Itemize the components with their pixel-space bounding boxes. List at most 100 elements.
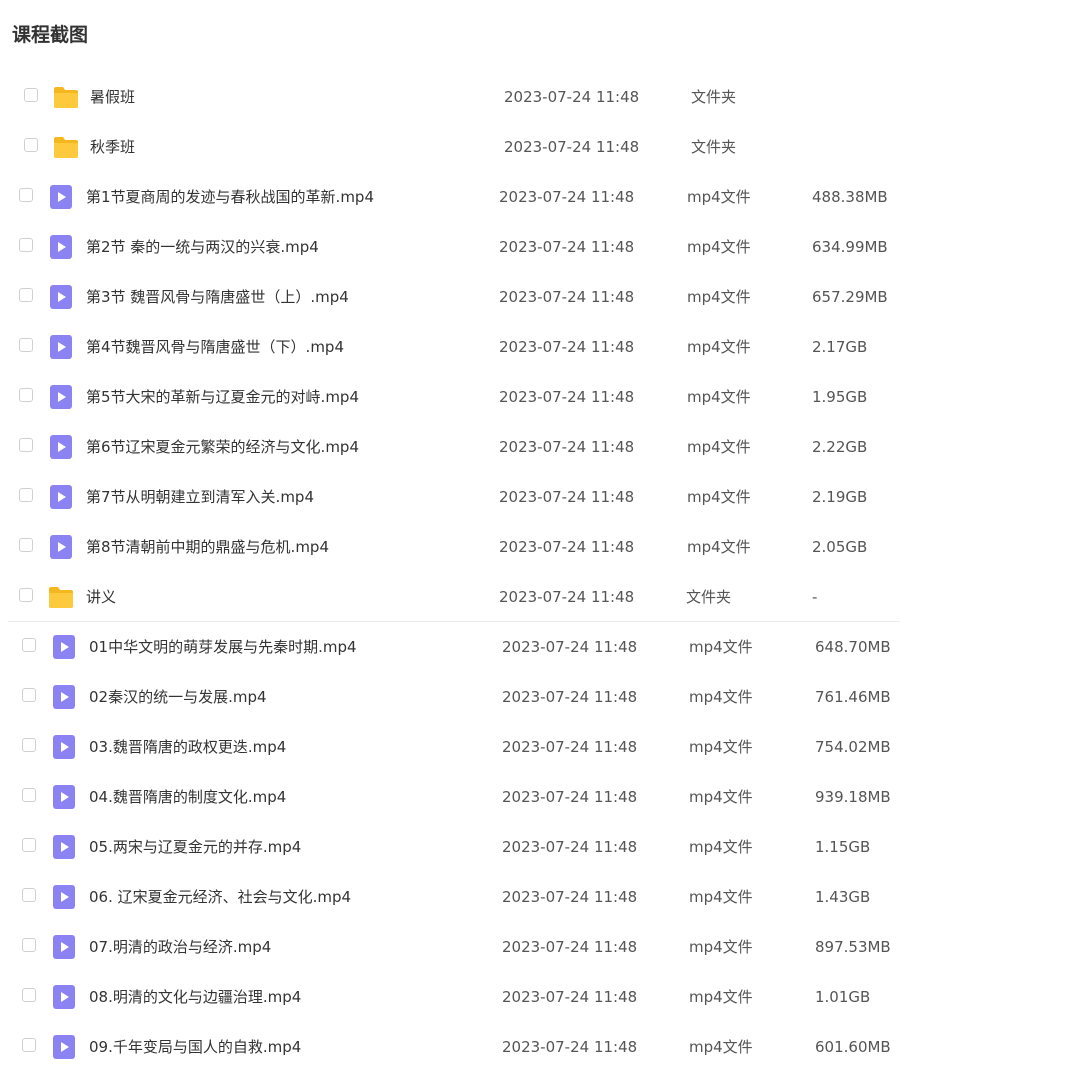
video-file-icon — [50, 285, 74, 309]
list-item[interactable]: 09.千年变局与国人的自救.mp4 2023-07-24 11:48 mp4文件… — [0, 1022, 1090, 1072]
list-item[interactable]: 第6节辽宋夏金元繁荣的经济与文化.mp4 2023-07-24 11:48 mp… — [0, 422, 1090, 472]
row-checkbox[interactable] — [22, 938, 36, 952]
list-item[interactable]: 第1节夏商周的发迹与春秋战国的革新.mp4 2023-07-24 11:48 m… — [0, 172, 1090, 222]
file-size: 634.99MB — [812, 238, 888, 256]
file-type: mp4文件 — [687, 238, 751, 256]
row-checkbox[interactable] — [22, 788, 36, 802]
list-item[interactable]: 第8节清朝前中期的鼎盛与危机.mp4 2023-07-24 11:48 mp4文… — [0, 522, 1090, 572]
file-name: 秋季班 — [90, 138, 136, 156]
list-item[interactable]: 第5节大宋的革新与辽夏金元的对峙.mp4 2023-07-24 11:48 mp… — [0, 372, 1090, 422]
file-type: mp4文件 — [689, 888, 753, 906]
row-checkbox[interactable] — [22, 888, 36, 902]
file-type: mp4文件 — [687, 538, 751, 556]
list-item[interactable]: 第4节魏晋风骨与隋唐盛世（下）.mp4 2023-07-24 11:48 mp4… — [0, 322, 1090, 372]
list-item[interactable]: 第2节 秦的一统与两汉的兴衰.mp4 2023-07-24 11:48 mp4文… — [0, 222, 1090, 272]
file-date: 2023-07-24 11:48 — [502, 638, 638, 656]
row-checkbox[interactable] — [22, 838, 36, 852]
row-checkbox[interactable] — [19, 588, 33, 602]
list-item[interactable]: 03.魏晋隋唐的政权更迭.mp4 2023-07-24 11:48 mp4文件 … — [0, 722, 1090, 772]
file-name: 第4节魏晋风骨与隋唐盛世（下）.mp4 — [86, 338, 344, 356]
file-size: 657.29MB — [812, 288, 888, 306]
file-name: 01中华文明的萌芽发展与先秦时期.mp4 — [89, 638, 357, 656]
list-item[interactable]: 08.明清的文化与边疆治理.mp4 2023-07-24 11:48 mp4文件… — [0, 972, 1090, 1022]
list-item[interactable]: 暑假班 2023-07-24 11:48 文件夹 — [0, 72, 1090, 122]
file-size: 2.22GB — [812, 438, 868, 456]
file-size: 939.18MB — [815, 788, 891, 806]
file-size: 754.02MB — [815, 738, 891, 756]
file-name: 02秦汉的统一与发展.mp4 — [89, 688, 267, 706]
file-type: mp4文件 — [689, 638, 753, 656]
row-checkbox[interactable] — [22, 638, 36, 652]
file-name: 第8节清朝前中期的鼎盛与危机.mp4 — [86, 538, 329, 556]
file-date: 2023-07-24 11:48 — [499, 238, 635, 256]
list-item[interactable]: 01中华文明的萌芽发展与先秦时期.mp4 2023-07-24 11:48 mp… — [0, 622, 1090, 672]
list-item[interactable]: 第7节从明朝建立到清军入关.mp4 2023-07-24 11:48 mp4文件… — [0, 472, 1090, 522]
file-size: 897.53MB — [815, 938, 891, 956]
file-date: 2023-07-24 11:48 — [502, 838, 638, 856]
row-checkbox[interactable] — [19, 388, 33, 402]
file-date: 2023-07-24 11:48 — [502, 788, 638, 806]
file-name: 第3节 魏晋风骨与隋唐盛世（上）.mp4 — [86, 288, 349, 306]
file-name: 第6节辽宋夏金元繁荣的经济与文化.mp4 — [86, 438, 359, 456]
list-item[interactable]: 07.明清的政治与经济.mp4 2023-07-24 11:48 mp4文件 8… — [0, 922, 1090, 972]
list-item[interactable]: 讲义 2023-07-24 11:48 文件夹 - — [0, 572, 1090, 622]
list-item[interactable]: 秋季班 2023-07-24 11:48 文件夹 — [0, 122, 1090, 172]
file-list: 暑假班 2023-07-24 11:48 文件夹 秋季班 2023-07-24 … — [0, 72, 1090, 1072]
video-file-icon — [53, 835, 77, 859]
row-checkbox[interactable] — [19, 438, 33, 452]
file-type: mp4文件 — [689, 788, 753, 806]
file-size: 761.46MB — [815, 688, 891, 706]
row-checkbox[interactable] — [19, 238, 33, 252]
file-name: 06. 辽宋夏金元经济、社会与文化.mp4 — [89, 888, 352, 906]
file-date: 2023-07-24 11:48 — [502, 688, 638, 706]
file-size: 1.01GB — [815, 988, 871, 1006]
file-size: 488.38MB — [812, 188, 888, 206]
row-checkbox[interactable] — [19, 338, 33, 352]
file-date: 2023-07-24 11:48 — [502, 938, 638, 956]
file-type: mp4文件 — [689, 738, 753, 756]
file-size: 648.70MB — [815, 638, 891, 656]
file-date: 2023-07-24 11:48 — [502, 1038, 638, 1056]
file-type: mp4文件 — [689, 688, 753, 706]
list-item[interactable]: 02秦汉的统一与发展.mp4 2023-07-24 11:48 mp4文件 76… — [0, 672, 1090, 722]
page-title: 课程截图 — [12, 24, 89, 46]
file-type: mp4文件 — [687, 338, 751, 356]
list-item[interactable]: 05.两宋与辽夏金元的并存.mp4 2023-07-24 11:48 mp4文件… — [0, 822, 1090, 872]
row-checkbox[interactable] — [24, 88, 38, 102]
file-date: 2023-07-24 11:48 — [499, 538, 635, 556]
row-checkbox[interactable] — [19, 488, 33, 502]
file-name: 08.明清的文化与边疆治理.mp4 — [89, 988, 302, 1006]
file-name: 讲义 — [86, 588, 117, 606]
file-name: 05.两宋与辽夏金元的并存.mp4 — [89, 838, 302, 856]
video-file-icon — [50, 335, 74, 359]
row-checkbox[interactable] — [24, 138, 38, 152]
list-item[interactable]: 第3节 魏晋风骨与隋唐盛世（上）.mp4 2023-07-24 11:48 mp… — [0, 272, 1090, 322]
row-checkbox[interactable] — [19, 188, 33, 202]
row-checkbox[interactable] — [22, 1038, 36, 1052]
video-file-icon — [53, 885, 77, 909]
file-date: 2023-07-24 11:48 — [502, 988, 638, 1006]
folder-icon — [48, 585, 73, 609]
row-checkbox[interactable] — [19, 538, 33, 552]
row-checkbox[interactable] — [22, 738, 36, 752]
file-size: 2.17GB — [812, 338, 868, 356]
file-name: 第2节 秦的一统与两汉的兴衰.mp4 — [86, 238, 319, 256]
file-size: 601.60MB — [815, 1038, 891, 1056]
list-item[interactable]: 04.魏晋隋唐的制度文化.mp4 2023-07-24 11:48 mp4文件 … — [0, 772, 1090, 822]
row-checkbox[interactable] — [19, 288, 33, 302]
file-type: mp4文件 — [689, 988, 753, 1006]
row-checkbox[interactable] — [22, 688, 36, 702]
file-size: - — [812, 588, 818, 606]
video-file-icon — [53, 785, 77, 809]
row-checkbox[interactable] — [22, 988, 36, 1002]
video-file-icon — [53, 1035, 77, 1059]
file-date: 2023-07-24 11:48 — [502, 888, 638, 906]
folder-icon — [53, 85, 78, 109]
list-item[interactable]: 06. 辽宋夏金元经济、社会与文化.mp4 2023-07-24 11:48 m… — [0, 872, 1090, 922]
file-date: 2023-07-24 11:48 — [499, 588, 635, 606]
file-date: 2023-07-24 11:48 — [499, 338, 635, 356]
file-type: mp4文件 — [687, 288, 751, 306]
video-file-icon — [53, 685, 77, 709]
file-name: 09.千年变局与国人的自救.mp4 — [89, 1038, 302, 1056]
file-type: mp4文件 — [687, 438, 751, 456]
